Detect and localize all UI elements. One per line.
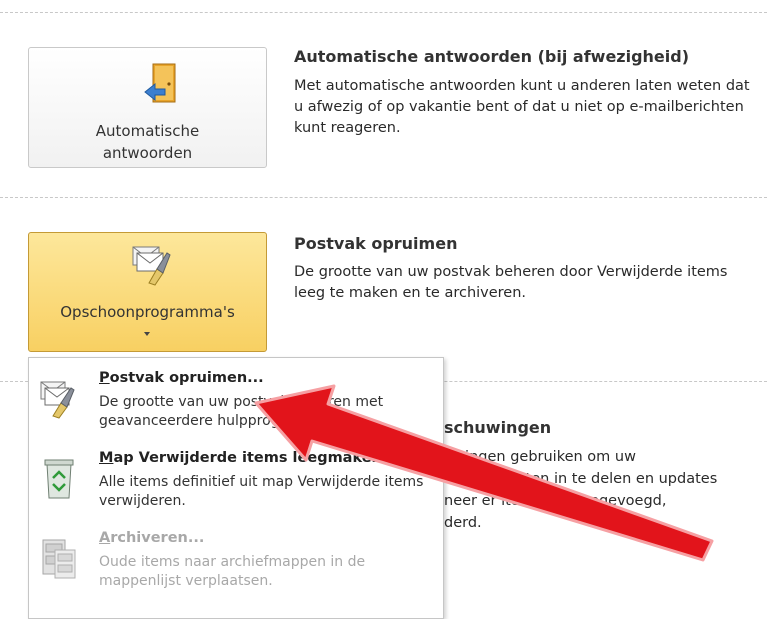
- cleanup-tools-label: Opschoonprogramma's: [60, 303, 235, 321]
- automatic-replies-label-line1: Automatische: [95, 122, 200, 140]
- menu-item-title: Postvak opruimen...: [99, 370, 264, 386]
- automatic-replies-title: Automatische antwoorden (bij afwezigheid…: [294, 47, 690, 66]
- rules-alerts-description: uwingen gebruiken om uw -mailberichten i…: [444, 446, 764, 534]
- rules-desc-line: -mailberichten in te delen en updates: [444, 471, 718, 487]
- menu-item-archive: Archiveren... Oude items naar archiefmap…: [29, 526, 441, 604]
- menu-item-title: Archiveren...: [99, 530, 205, 546]
- separator: [0, 197, 767, 198]
- rules-desc-line: neer er items zijn toegevoegd,: [444, 493, 667, 509]
- menu-item-description: De grootte van uw postvak beheren met ge…: [99, 394, 384, 429]
- rules-alerts-title: schuwingen: [444, 418, 552, 437]
- rules-desc-line: uwingen gebruiken om uw: [444, 449, 636, 465]
- menu-item-mailbox-cleanup[interactable]: Postvak opruimen... De grootte van uw po…: [29, 366, 441, 444]
- automatic-replies-label-line2: antwoorden: [102, 144, 193, 162]
- rules-desc-line: derd.: [444, 515, 482, 531]
- automatic-replies-description: Met automatische antwoorden kunt u ander…: [294, 78, 750, 136]
- menu-item-empty-deleted-items[interactable]: Map Verwijderde items leegmaken Alle ite…: [29, 446, 441, 524]
- cleanup-tools-button[interactable]: Opschoonprogramma's: [28, 232, 267, 352]
- separator: [0, 12, 767, 13]
- menu-item-title: Map Verwijderde items leegmaken: [99, 450, 382, 466]
- cleanup-title: Postvak opruimen: [294, 234, 458, 253]
- menu-item-description: Oude items naar archiefmappen in de mapp…: [99, 554, 366, 589]
- mailbox-cleanup-icon: [132, 246, 171, 286]
- chevron-down-icon: [144, 332, 150, 336]
- cleanup-tools-menu: Postvak opruimen... De grootte van uw po…: [28, 357, 444, 619]
- door-arrow-icon: [144, 63, 176, 103]
- mailbox-cleanup-icon: [40, 381, 75, 419]
- automatic-replies-button[interactable]: Automatische antwoorden: [28, 47, 267, 168]
- archive-cabinet-icon: [42, 539, 76, 579]
- menu-item-description: Alle items definitief uit map Verwijderd…: [99, 474, 424, 509]
- recycle-bin-icon: [44, 459, 74, 499]
- cleanup-description: De grootte van uw postvak beheren door V…: [294, 264, 728, 301]
